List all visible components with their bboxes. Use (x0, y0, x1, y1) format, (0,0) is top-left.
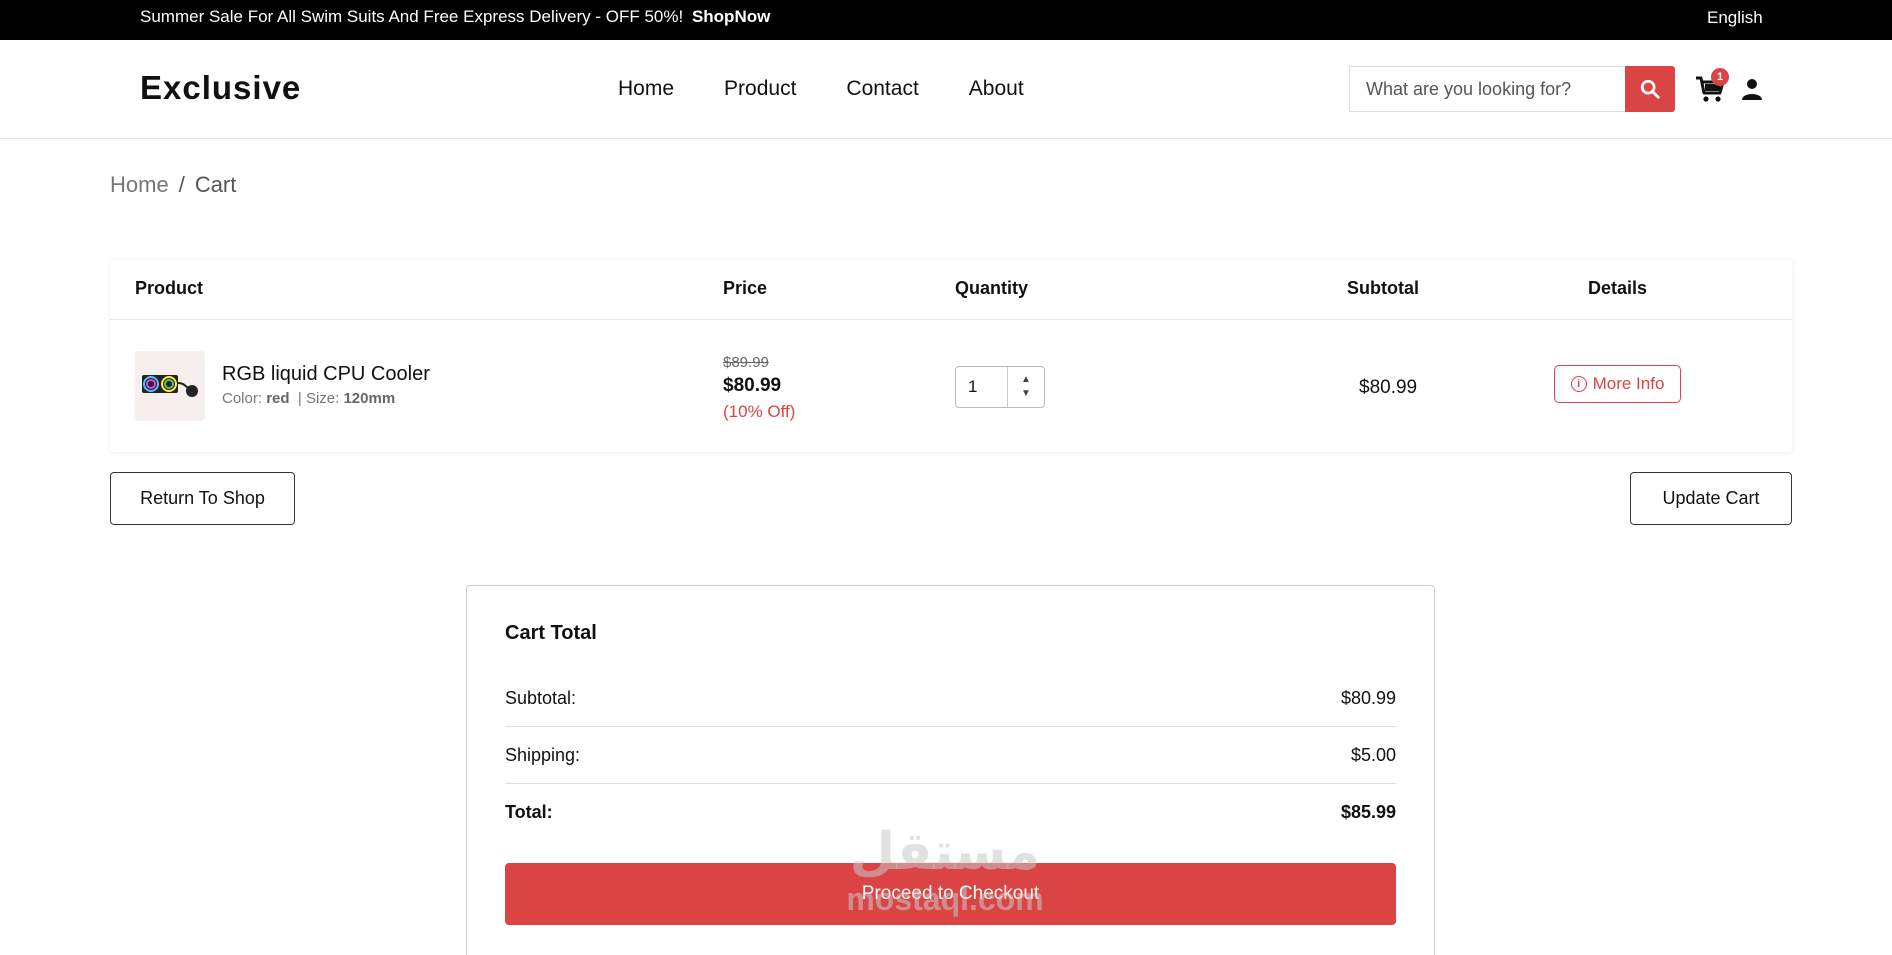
checkout-button[interactable]: Proceed to Checkout (505, 863, 1396, 925)
col-price: Price (723, 278, 768, 298)
cpu-cooler-image (142, 375, 198, 397)
promo-text: Summer Sale For All Swim Suits And Free … (140, 7, 770, 27)
breadcrumb: Home / Cart (110, 172, 236, 198)
search-icon (1640, 79, 1660, 99)
cart-count-badge: 1 (1711, 68, 1729, 86)
table-header: Product Price Quantity Subtotal Details (110, 260, 1792, 320)
subtotal-row: Subtotal: $80.99 (505, 670, 1396, 727)
logo[interactable]: Exclusive (140, 69, 301, 107)
subtotal-value: $80.99 (1340, 687, 1396, 708)
main-nav: Home Product Contact About (618, 77, 1024, 101)
color-label: Color: (222, 390, 263, 407)
search-bar (1349, 66, 1675, 112)
sale-price: $80.99 (723, 375, 782, 396)
col-subtotal: Subtotal (1347, 278, 1419, 298)
info-icon: i (1570, 376, 1587, 392)
promo-message: Summer Sale For All Swim Suits And Free … (140, 7, 684, 26)
more-info-button[interactable]: i More Info (1554, 365, 1681, 403)
site-header: Exclusive Home Product Contact About (0, 40, 1892, 139)
discount-label: (10% Off) (723, 402, 796, 421)
nav-contact[interactable]: Contact (846, 77, 918, 101)
subtotal-label: Subtotal: (505, 687, 577, 708)
quantity-value[interactable]: 1 (956, 367, 1008, 407)
quantity-arrows[interactable]: ▲ ▼ (1008, 367, 1044, 407)
more-info-label: More Info (1592, 374, 1665, 393)
total-label: Total: (505, 802, 553, 822)
original-price: $89.99 (723, 354, 769, 371)
cart-total-title: Cart Total (505, 622, 597, 644)
search-button[interactable] (1625, 66, 1675, 112)
row-subtotal: $80.99 (1359, 377, 1418, 398)
search-input[interactable] (1349, 66, 1625, 112)
return-to-shop-button[interactable]: Return To Shop (110, 472, 295, 525)
product-name[interactable]: RGB liquid CPU Cooler (222, 363, 430, 386)
product-image (135, 351, 205, 421)
table-row: RGB liquid CPU Cooler Color: red | Size:… (110, 320, 1792, 452)
product-variant: Color: red | Size: 120mm (222, 390, 395, 407)
cart-table: Product Price Quantity Subtotal Details … (110, 260, 1792, 452)
col-details: Details (1588, 278, 1648, 298)
shop-now-link[interactable]: ShopNow (692, 7, 770, 26)
increment-icon[interactable]: ▲ (1021, 373, 1031, 387)
decrement-icon[interactable]: ▼ (1021, 387, 1031, 401)
cart-total-panel: Cart Total Subtotal: $80.99 Shipping: $5… (466, 585, 1435, 955)
color-value: red (266, 390, 290, 407)
total-value: $85.99 (1340, 802, 1396, 822)
col-product: Product (135, 278, 204, 298)
nav-about[interactable]: About (969, 77, 1024, 101)
nav-product[interactable]: Product (724, 77, 796, 101)
top-banner: Summer Sale For All Swim Suits And Free … (0, 0, 1892, 40)
breadcrumb-current: Cart (194, 172, 237, 197)
size-value: 120mm (343, 390, 396, 407)
language-selector[interactable]: English (1707, 8, 1763, 28)
breadcrumb-home[interactable]: Home (110, 172, 169, 197)
shipping-value: $5.00 (1350, 744, 1396, 765)
size-label: | Size: (297, 390, 340, 407)
nav-home[interactable]: Home (618, 77, 674, 101)
col-quantity: Quantity (955, 278, 1029, 298)
shipping-label: Shipping: (505, 744, 581, 765)
update-cart-button[interactable]: Update Cart (1630, 472, 1792, 525)
quantity-stepper[interactable]: 1 ▲ ▼ (955, 366, 1045, 408)
total-row: Total: $85.99 (505, 784, 1396, 841)
shipping-row: Shipping: $5.00 (505, 727, 1396, 784)
breadcrumb-separator: / (178, 172, 185, 197)
user-icon[interactable] (1741, 78, 1763, 100)
